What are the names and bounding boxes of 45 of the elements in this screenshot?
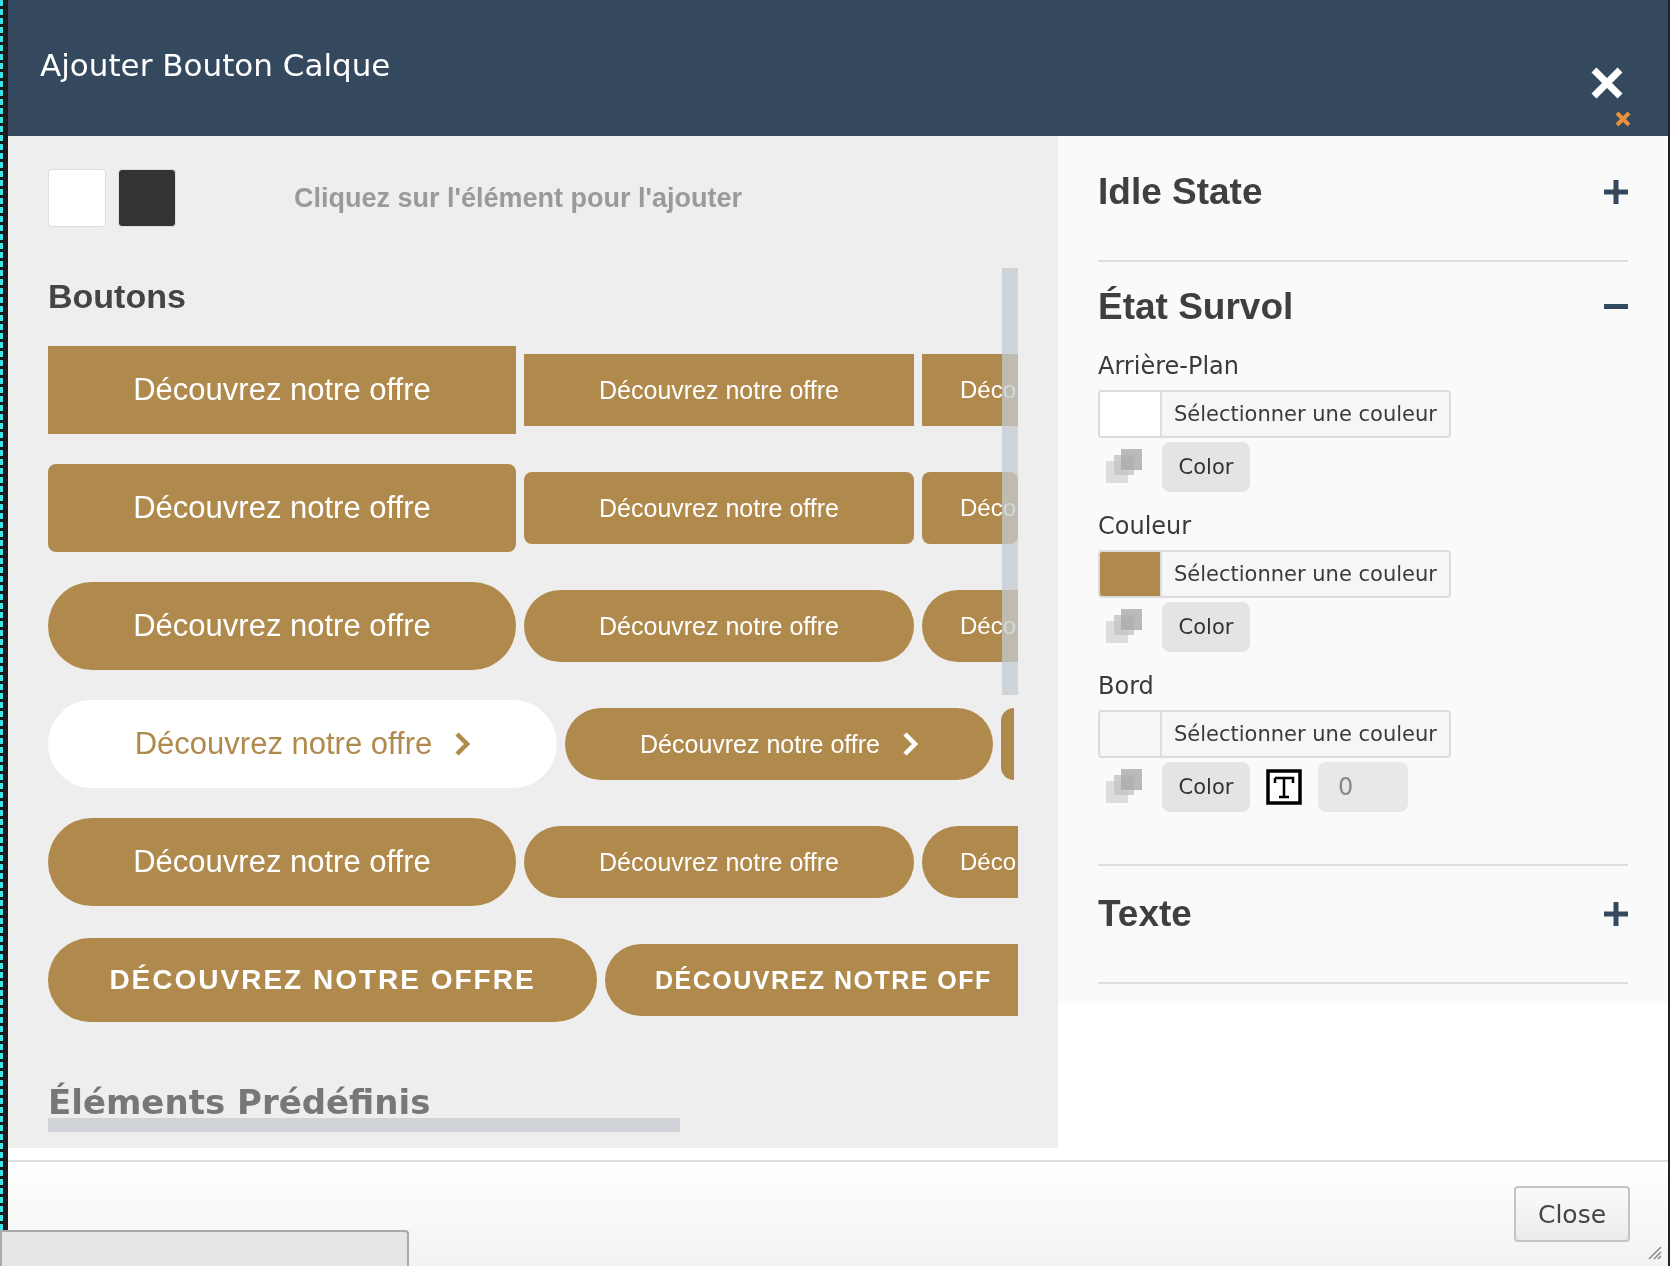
field-label: Bord [1098,672,1155,700]
offer-button[interactable]: Découvrez notre offre [524,826,914,898]
dialog-title: Ajouter Bouton Calque [40,47,391,83]
chevron-icon [454,731,471,757]
section-title[interactable]: État Survol [1098,286,1294,328]
layers-icon[interactable] [1106,449,1142,485]
offer-button[interactable]: Déco [922,826,1018,898]
field-label: Arrière-Plan [1098,352,1240,380]
offer-button[interactable]: Découvrez notre offre [48,700,557,788]
border-width-field[interactable]: 0 [1318,762,1408,812]
close-button[interactable]: Close [1514,1186,1630,1242]
section-heading: Boutons [48,277,187,316]
layers-icon[interactable] [1106,769,1142,805]
section-title[interactable]: Texte [1098,893,1192,935]
theme-swatch[interactable] [48,169,106,227]
chevron-icon [901,731,918,757]
plus-icon[interactable] [1604,180,1628,204]
offer-button[interactable]: Découvrez notre offre [48,582,516,670]
color-picker[interactable]: Sélectionner une couleur [1098,550,1451,598]
layers-icon[interactable] [1106,609,1142,645]
offer-button[interactable]: Découvrez notre offre [524,590,914,662]
offer-button[interactable]: Découvrez notre offre [524,354,914,426]
theme-swatch[interactable] [118,169,176,227]
offer-button[interactable]: Découvrez notre offre [48,464,516,552]
offer-button[interactable]: Découvrez notre offre [524,472,914,544]
close-icon[interactable] [1614,110,1632,128]
color-picker[interactable]: Sélectionner une couleur [1098,390,1451,438]
field-label: Couleur [1098,512,1193,540]
offer-button[interactable] [1001,708,1014,780]
resize-grip-icon[interactable] [1646,1244,1662,1260]
offer-button[interactable]: Découvrez notre offre [48,818,516,906]
color-picker[interactable]: Sélectionner une couleur [1098,710,1451,758]
section-title[interactable]: Idle State [1098,171,1263,213]
offer-button[interactable]: Découvrez notre offre [48,346,516,434]
offer-button[interactable]: DÉCOUVREZ NOTRE OFFRE [48,938,597,1022]
section-heading: Éléments Prédéfinis [48,1082,432,1122]
offer-button[interactable]: Découvrez notre offre [565,708,993,780]
scrollbar[interactable] [48,1118,680,1132]
color-button[interactable]: Color [1162,762,1250,812]
color-button[interactable]: Color [1162,442,1250,492]
offer-button[interactable]: DÉCOUVREZ NOTRE OFF [605,944,1018,1016]
hint-text: Cliquez sur l'élément pour l'ajouter [294,182,742,214]
color-button[interactable]: Color [1162,602,1250,652]
text-icon[interactable] [1266,769,1302,805]
plus-icon[interactable] [1604,902,1628,926]
